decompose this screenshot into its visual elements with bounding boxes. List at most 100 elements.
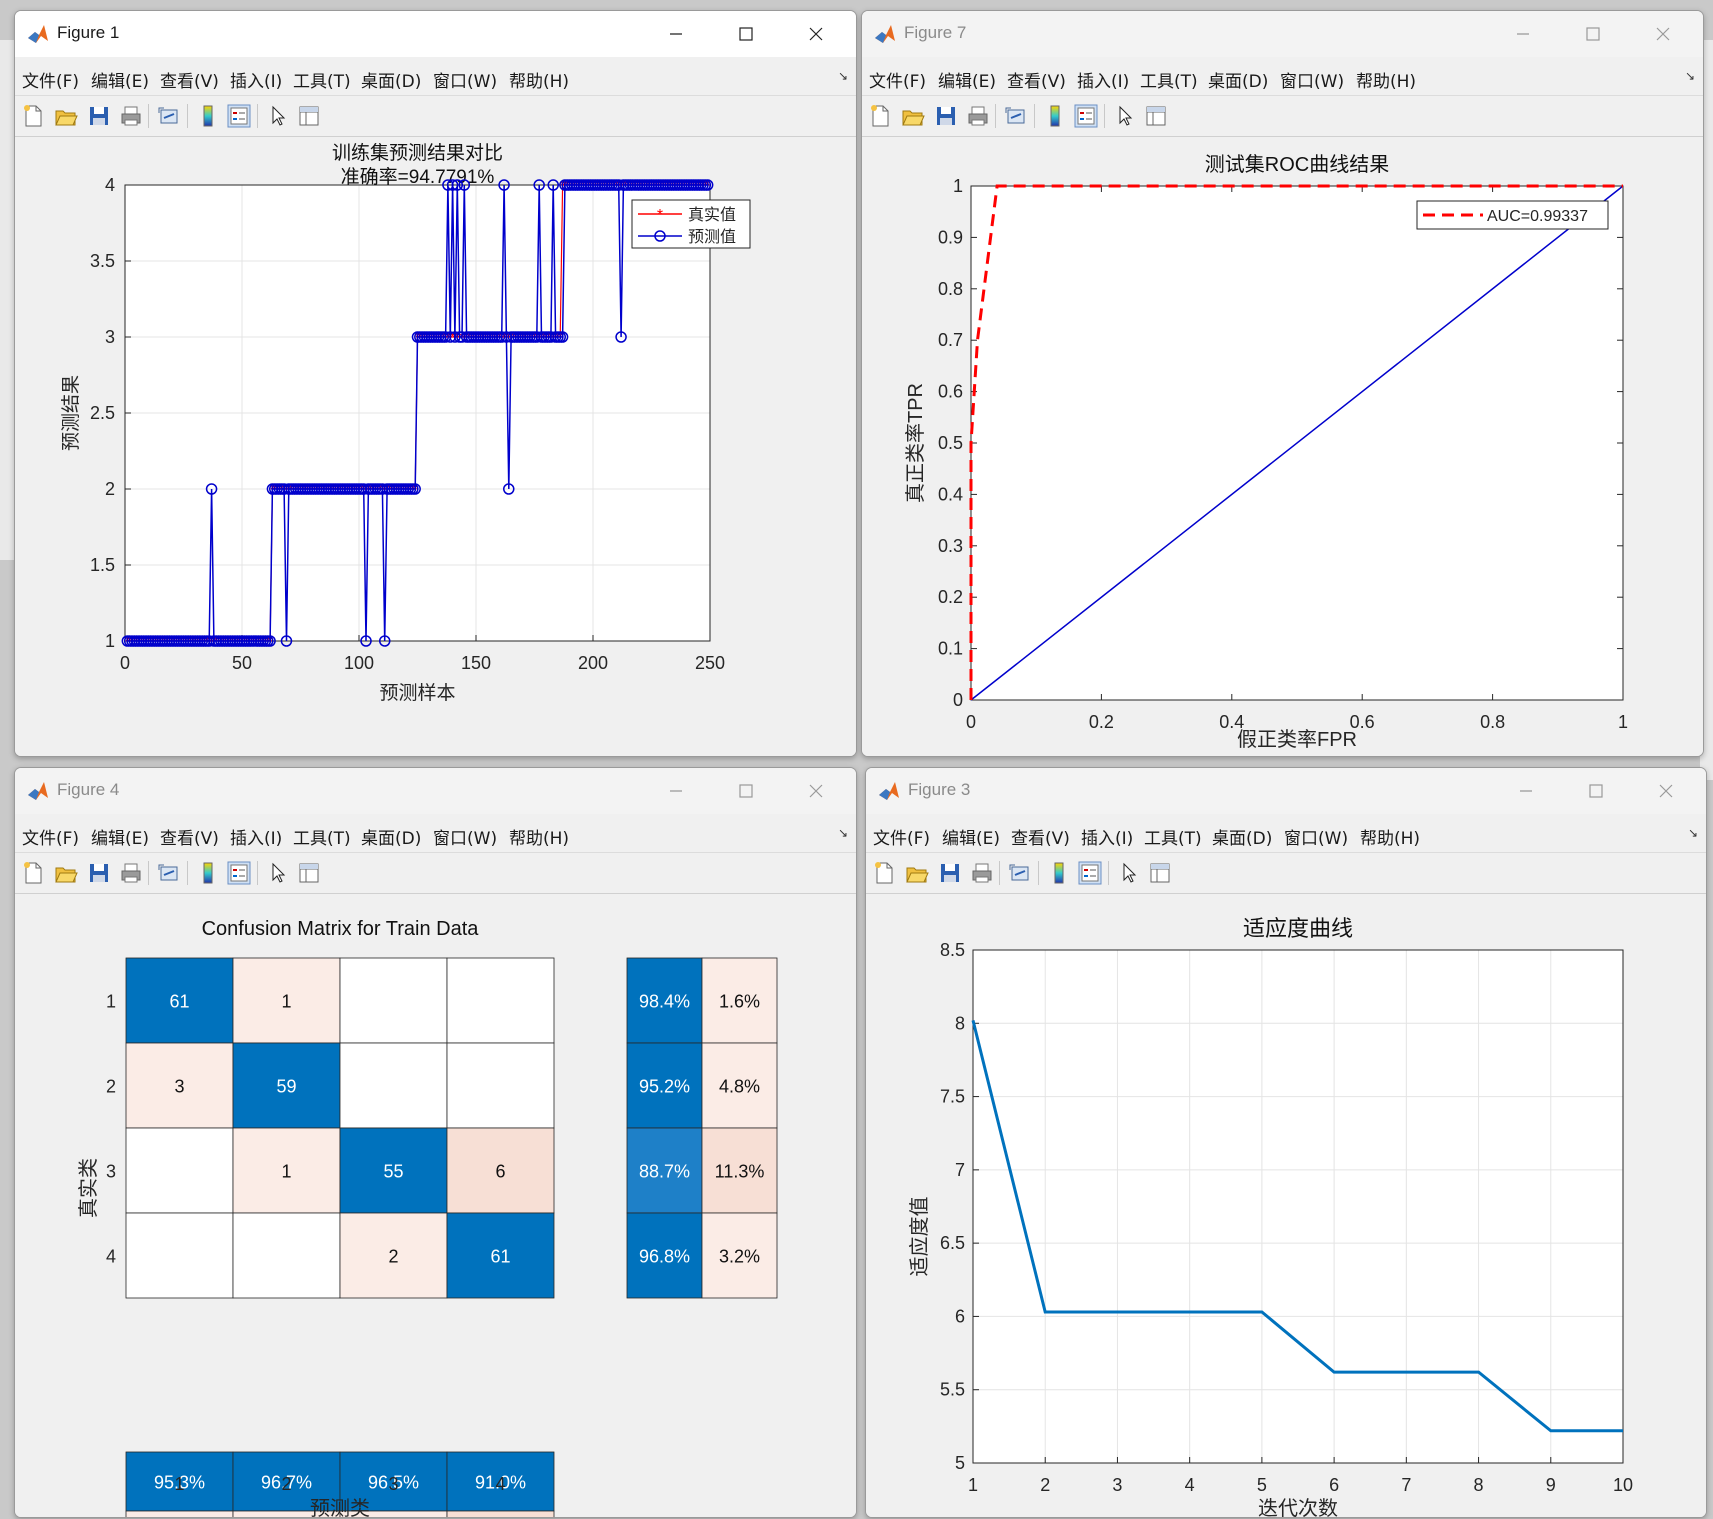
title-bar[interactable]: Figure 3 [866,768,1706,814]
close-button[interactable] [1643,19,1683,49]
menu-item-0[interactable]: 文件(F) [22,824,79,849]
save-icon[interactable] [934,104,958,128]
menu-item-5[interactable]: 桌面(D) [361,824,421,849]
colorbar-icon[interactable] [196,104,220,128]
menu-item-4[interactable]: 工具(T) [293,824,351,849]
title-bar[interactable]: Figure 7 [862,11,1703,57]
pointer-icon[interactable] [266,861,290,885]
figure-toolbar [866,853,1706,894]
menu-item-7[interactable]: 帮助(H) [509,824,569,849]
menu-item-3[interactable]: 插入(I) [230,67,282,92]
x-axis-label: 预测样本 [379,682,455,704]
maximize-button[interactable] [1576,776,1616,806]
legend-icon[interactable] [1078,861,1102,885]
print-icon[interactable] [119,861,143,885]
menu-item-3[interactable]: 插入(I) [1081,824,1133,849]
open-file-icon[interactable] [54,104,78,128]
minimize-button[interactable] [1506,776,1546,806]
menu-item-0[interactable]: 文件(F) [869,67,926,92]
property-editor-icon[interactable] [1144,104,1168,128]
menu-item-6[interactable]: 窗口(W) [1280,67,1344,92]
pointer-icon[interactable] [1113,104,1137,128]
figure-7-window[interactable]: Figure 7 文件(F) 编辑(E) 查看(V) 插入(I) 工具(T) 桌面(D) 窗… [861,10,1704,757]
menu-item-0[interactable]: 文件(F) [22,67,79,92]
menu-overflow-icon[interactable]: ↘ [1688,826,1698,840]
menu-overflow-icon[interactable]: ↘ [1685,69,1695,83]
column-summary-cell [125,1510,234,1517]
matrix-cell [446,957,555,1044]
figure-4-window[interactable]: Figure 4 文件(F) 编辑(E) 查看(V) 插入(I) 工具(T) 桌面(D) 窗… [14,767,857,1518]
close-button[interactable] [796,19,836,49]
menu-item-7[interactable]: 帮助(H) [1360,824,1420,849]
maximize-button[interactable] [726,776,766,806]
property-editor-icon[interactable] [297,861,321,885]
minimize-button[interactable] [1503,19,1543,49]
print-icon[interactable] [966,104,990,128]
minimize-button[interactable] [656,776,696,806]
menu-item-6[interactable]: 窗口(W) [433,67,497,92]
save-icon[interactable] [87,104,111,128]
link-plot-icon[interactable] [1008,861,1032,885]
menu-item-3[interactable]: 插入(I) [230,824,282,849]
link-plot-icon[interactable] [157,104,181,128]
menu-item-2[interactable]: 查看(V) [1011,824,1070,849]
menu-item-1[interactable]: 编辑(E) [938,67,996,92]
colorbar-icon[interactable] [1043,104,1067,128]
link-plot-icon[interactable] [1004,104,1028,128]
property-editor-icon[interactable] [297,104,321,128]
save-icon[interactable] [87,861,111,885]
menu-item-4[interactable]: 工具(T) [1144,824,1202,849]
menu-item-5[interactable]: 桌面(D) [1208,67,1268,92]
maximize-button[interactable] [1573,19,1613,49]
legend-icon[interactable] [1074,104,1098,128]
minimize-button[interactable] [656,19,696,49]
open-file-icon[interactable] [905,861,929,885]
menu-item-5[interactable]: 桌面(D) [1212,824,1272,849]
print-icon[interactable] [970,861,994,885]
new-figure-icon[interactable] [872,861,896,885]
new-figure-icon[interactable] [868,104,892,128]
title-bar[interactable]: Figure 1 [15,11,856,57]
save-icon[interactable] [938,861,962,885]
close-button[interactable] [1646,776,1686,806]
menu-item-4[interactable]: 工具(T) [1140,67,1198,92]
menu-item-2[interactable]: 查看(V) [160,67,219,92]
open-file-icon[interactable] [901,104,925,128]
legend-icon[interactable] [227,104,251,128]
colorbar-icon[interactable] [1047,861,1071,885]
menu-item-1[interactable]: 编辑(E) [91,67,149,92]
legend-icon[interactable] [227,861,251,885]
close-button[interactable] [796,776,836,806]
property-editor-icon[interactable] [1148,861,1172,885]
new-figure-icon[interactable] [21,861,45,885]
menu-item-2[interactable]: 查看(V) [160,824,219,849]
figure-1-window[interactable]: Figure 1 文件(F) 编辑(E) 查看(V) 插入(I) 工具(T) 桌面(D) 窗… [14,10,857,757]
menu-item-3[interactable]: 插入(I) [1077,67,1129,92]
title-bar[interactable]: Figure 4 [15,768,856,814]
menu-item-6[interactable]: 窗口(W) [1284,824,1348,849]
link-plot-icon[interactable] [157,861,181,885]
open-file-icon[interactable] [54,861,78,885]
pointer-icon[interactable] [266,104,290,128]
menu-item-7[interactable]: 帮助(H) [509,67,569,92]
menu-item-7[interactable]: 帮助(H) [1356,67,1416,92]
menu-item-0[interactable]: 文件(F) [873,824,930,849]
figure-3-window[interactable]: Figure 3 文件(F) 编辑(E) 查看(V) 插入(I) 工具(T) 桌面(D) 窗… [865,767,1707,1518]
new-figure-icon[interactable] [21,104,45,128]
x-tick-label: 250 [695,653,725,673]
colorbar-icon[interactable] [196,861,220,885]
menu-item-2[interactable]: 查看(V) [1007,67,1066,92]
menu-item-1[interactable]: 编辑(E) [942,824,1000,849]
menu-item-4[interactable]: 工具(T) [293,67,351,92]
pointer-icon[interactable] [1117,861,1141,885]
x-tick-label: 4 [1185,1475,1195,1495]
menu-overflow-icon[interactable]: ↘ [838,69,848,83]
print-icon[interactable] [119,104,143,128]
menu-item-1[interactable]: 编辑(E) [91,824,149,849]
maximize-button[interactable] [726,19,766,49]
menu-overflow-icon[interactable]: ↘ [838,826,848,840]
menu-item-5[interactable]: 桌面(D) [361,67,421,92]
menu-item-6[interactable]: 窗口(W) [433,824,497,849]
row-summary-value: 95.2% [639,1077,690,1097]
fitness-curve-chart: 1 2 3 4 5 6 7 8 9 10 5 5.5 6 6.5 7 7.5 8 8.5 适应度曲线迭代次数 适应度值 [908,916,1633,1517]
